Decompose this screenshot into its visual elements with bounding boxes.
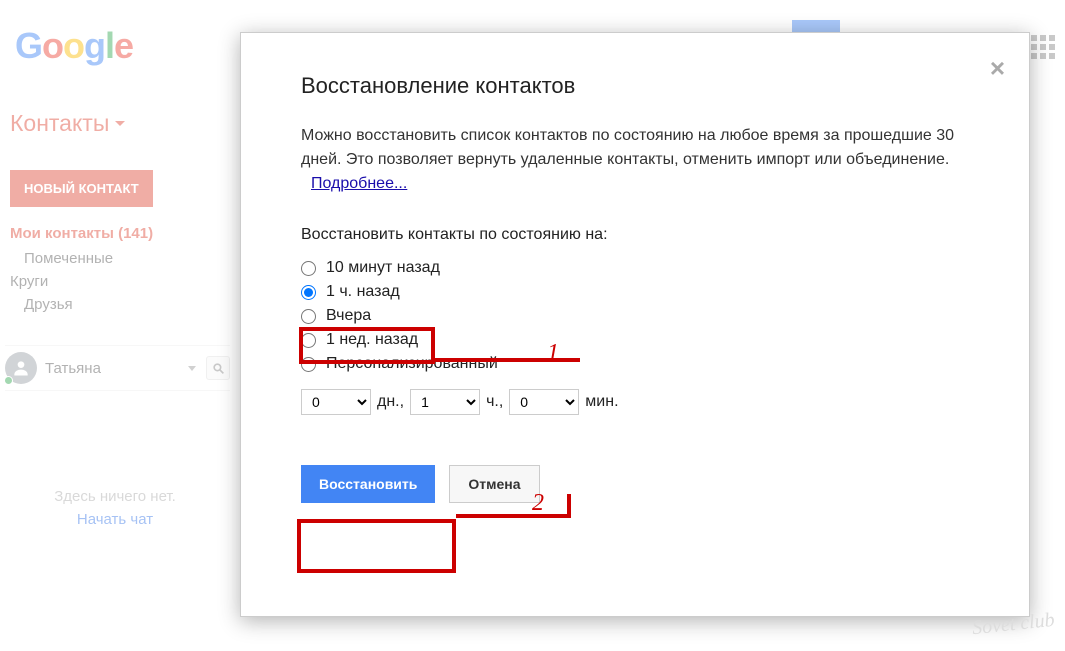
days-select[interactable]: 0	[301, 389, 371, 415]
annotation-line-2v	[567, 494, 571, 518]
learn-more-link[interactable]: Подробнее...	[311, 175, 407, 192]
radio-yesterday[interactable]: Вчера	[301, 307, 969, 325]
radio-yesterday-label: Вчера	[326, 307, 371, 325]
radio-1hour-input[interactable]	[301, 285, 316, 300]
radio-1week-label: 1 нед. назад	[326, 331, 418, 349]
radio-group: 10 минут назад 1 ч. назад Вчера 1 нед. н…	[301, 259, 969, 373]
radio-10min-label: 10 минут назад	[326, 259, 440, 277]
radio-yesterday-input[interactable]	[301, 309, 316, 324]
dialog-actions: Восстановить Отмена	[301, 465, 969, 503]
restore-button[interactable]: Восстановить	[301, 465, 435, 503]
radio-1week[interactable]: 1 нед. назад	[301, 331, 969, 349]
custom-time-row: 0 дн., 1 ч., 0 мин.	[301, 389, 969, 415]
radio-1hour-label: 1 ч. назад	[326, 283, 400, 301]
radio-10min[interactable]: 10 минут назад	[301, 259, 969, 277]
mins-select[interactable]: 0	[509, 389, 579, 415]
annotation-line-2h	[456, 514, 571, 518]
dialog-desc-text: Можно восстановить список контактов по с…	[301, 127, 954, 168]
radio-custom[interactable]: Персонализированный	[301, 355, 969, 373]
mins-label: мин.	[585, 393, 618, 411]
hours-label: ч.,	[486, 393, 503, 411]
annotation-number-1: 1	[547, 340, 559, 367]
radio-custom-input[interactable]	[301, 357, 316, 372]
close-icon[interactable]: ×	[990, 53, 1005, 84]
dialog-title: Восстановление контактов	[301, 73, 969, 99]
hours-select[interactable]: 1	[410, 389, 480, 415]
annotation-number-2: 2	[532, 490, 544, 517]
radio-1hour[interactable]: 1 ч. назад	[301, 283, 969, 301]
restore-contacts-dialog: × Восстановление контактов Можно восстан…	[240, 32, 1030, 617]
cancel-button[interactable]: Отмена	[449, 465, 539, 503]
radio-10min-input[interactable]	[301, 261, 316, 276]
radio-1week-input[interactable]	[301, 333, 316, 348]
restore-to-label: Восстановить контакты по состоянию на:	[301, 226, 969, 244]
dialog-description: Можно восстановить список контактов по с…	[301, 124, 969, 196]
days-label: дн.,	[377, 393, 404, 411]
